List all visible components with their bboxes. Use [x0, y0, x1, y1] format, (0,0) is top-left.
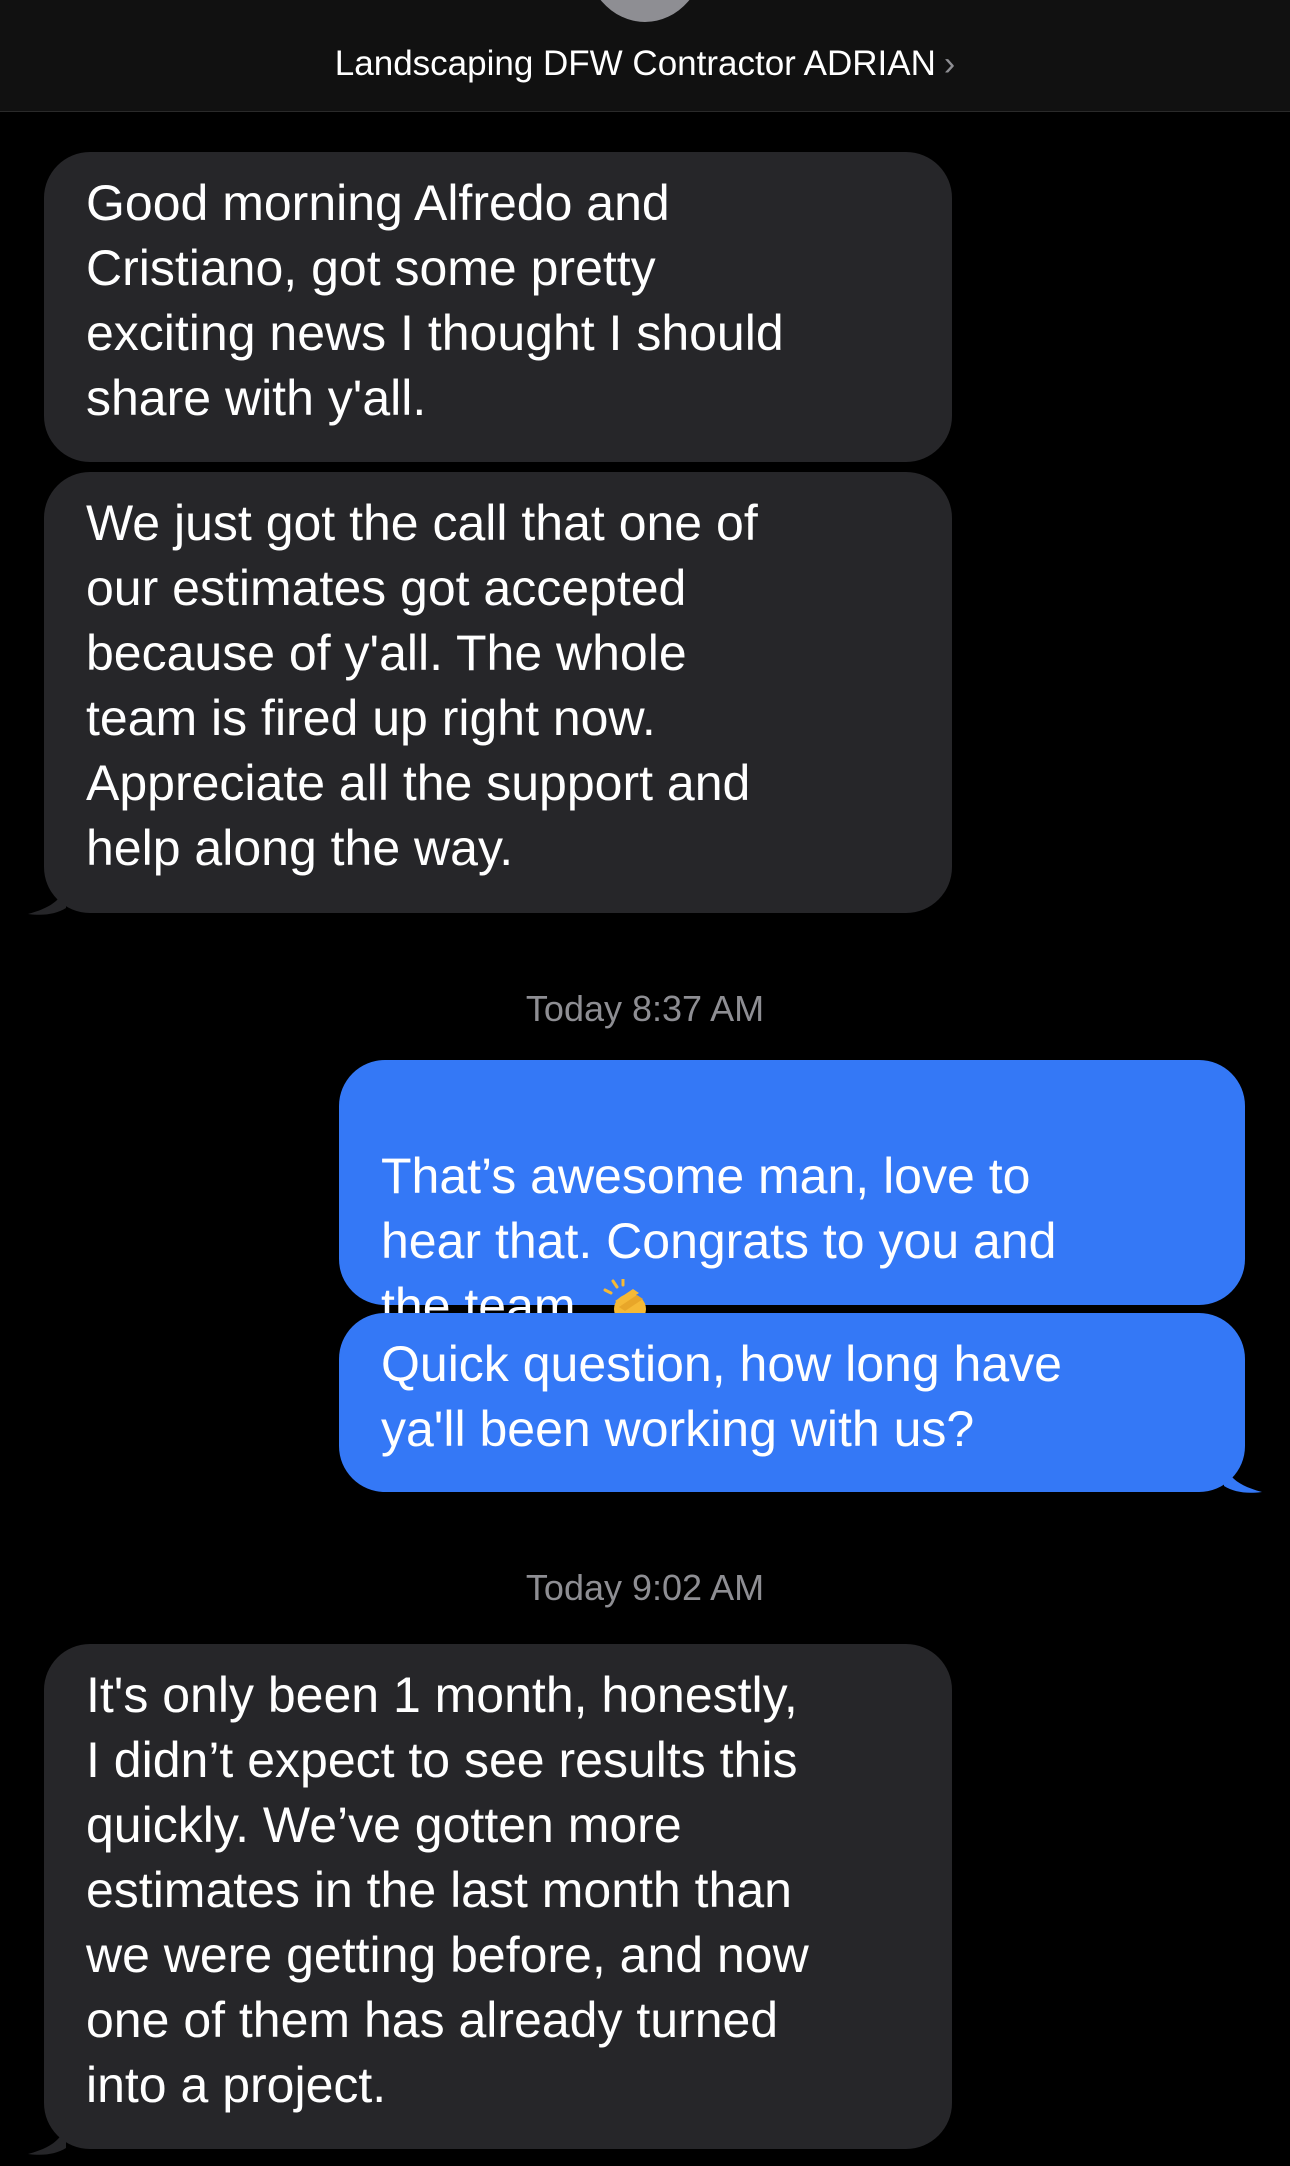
incoming-message-bubble[interactable]: It's only been 1 month, honestly, I didn… [44, 1644, 952, 2149]
incoming-message-bubble[interactable]: Good morning Alfredo and Cristiano, got … [44, 152, 952, 462]
conversation-header: Landscaping DFW Contractor ADRIAN › [0, 0, 1290, 112]
message-timestamp: Today 8:37 AM [525, 988, 765, 1029]
message-timestamp: Today 9:02 AM [525, 1567, 765, 1608]
incoming-bubble-tail [28, 876, 66, 915]
incoming-bubble-tail [28, 2116, 66, 2155]
outgoing-message-bubble[interactable]: That’s awesome man, love to hear that. C… [339, 1060, 1245, 1334]
contact-name: Landscaping DFW Contractor ADRIAN [334, 44, 936, 83]
chevron-right-icon: › [943, 45, 956, 83]
outgoing-message-text: That’s awesome man, love to hear that. C… [381, 1148, 1057, 1334]
outgoing-bubble-tail [1224, 1454, 1262, 1493]
contact-avatar[interactable] [584, 0, 706, 22]
incoming-message-bubble[interactable]: We just got the call that one of our est… [44, 472, 952, 913]
outgoing-message-bubble[interactable]: Quick question, how long have ya'll been… [339, 1313, 1245, 1492]
contact-name-button[interactable]: Landscaping DFW Contractor ADRIAN › [0, 42, 1290, 86]
